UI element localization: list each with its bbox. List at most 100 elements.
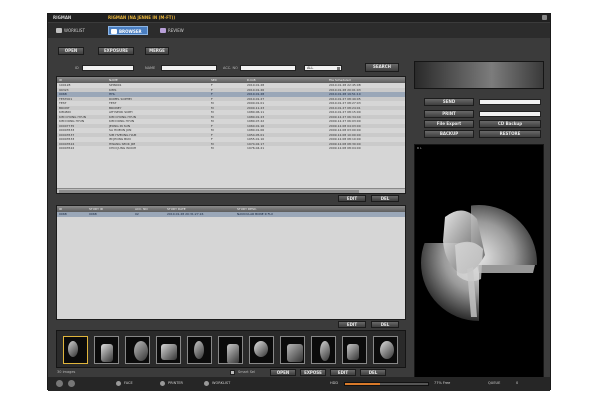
table-cell: 1976.04.21 bbox=[247, 146, 265, 151]
study-edit-button[interactable]: EDIT bbox=[338, 321, 366, 328]
exposure-button[interactable]: EXPOSURE bbox=[98, 47, 134, 55]
image-thumbnail[interactable] bbox=[125, 336, 150, 364]
tab-worklist[interactable]: WORKLIST bbox=[54, 26, 94, 35]
image-thumbnail[interactable] bbox=[373, 336, 398, 364]
table-cell: 2010.01.28 20:31:27.16 bbox=[167, 212, 204, 217]
merge-button[interactable]: MERGE bbox=[145, 47, 169, 55]
tab-review[interactable]: REVIEW bbox=[158, 26, 198, 35]
backup-button[interactable]: BACKUP bbox=[424, 130, 474, 138]
thumbnail-image bbox=[68, 341, 78, 357]
tab-bar: WORKLIST BROWSER REVIEW bbox=[48, 23, 550, 38]
thumbnail-image bbox=[287, 344, 303, 362]
col-study-date[interactable]: STUDY DATE bbox=[167, 207, 186, 211]
smart-select-checkbox[interactable] bbox=[230, 370, 235, 375]
app-window: RIGMAN RIGMAN (NA JENNE IN (M-FT)) WORKL… bbox=[47, 13, 551, 391]
patient-table: ID NAME SEX D.O.B File Scheduled 100128 S… bbox=[56, 76, 406, 194]
date-select-value: ALL bbox=[307, 66, 314, 70]
patient-edit-button[interactable]: EDIT bbox=[338, 195, 366, 202]
col-study-id-key[interactable]: ID bbox=[59, 207, 62, 211]
col-study-desc[interactable]: STUDY DESC. bbox=[237, 207, 257, 211]
thumbnail-image bbox=[161, 344, 177, 360]
image-thumbnail[interactable] bbox=[63, 336, 88, 364]
col-name[interactable]: NAME bbox=[109, 78, 118, 82]
table-row[interactable]: 00003522 CHOI JUNG WOOH M 1976.04.21 2009.12… bbox=[57, 146, 405, 151]
face-status: FACE bbox=[124, 381, 133, 385]
id-label: ID bbox=[75, 66, 79, 70]
thumbnail-image bbox=[347, 344, 359, 360]
thumbnail-image bbox=[320, 341, 330, 361]
image-thumbnail[interactable] bbox=[311, 336, 336, 364]
table-cell: NAVICULAR BONE R FLX bbox=[237, 212, 274, 217]
print-button[interactable]: PRINT bbox=[424, 110, 474, 118]
tab-label: BROWSER bbox=[119, 29, 142, 34]
tab-label: REVIEW bbox=[168, 28, 184, 33]
table-row[interactable]: 0068 0068 02 2010.01.28 20:31:27.16 NAVICULA… bbox=[57, 212, 405, 217]
thumb-open-button[interactable]: OPEN bbox=[270, 369, 296, 376]
image-viewer[interactable]: R L bbox=[414, 144, 544, 380]
image-thumbnail[interactable] bbox=[218, 336, 243, 364]
viewer-label: R L bbox=[417, 146, 422, 150]
patient-delete-button[interactable]: DEL bbox=[371, 195, 399, 202]
image-thumbnail[interactable] bbox=[249, 336, 274, 364]
study-table: ID STUDY ID ACC. NO STUDY DATE STUDY DES… bbox=[56, 205, 406, 320]
table-cell: 02 bbox=[135, 212, 139, 217]
settings-icon[interactable] bbox=[68, 380, 75, 387]
thumb-edit-button[interactable]: EDIT bbox=[330, 369, 356, 376]
thumbnail-image bbox=[227, 344, 239, 363]
patient-scrollbar[interactable] bbox=[57, 188, 405, 193]
app-title: RIGMAN bbox=[53, 15, 72, 20]
worklist-icon bbox=[56, 28, 62, 33]
col-study-id[interactable]: STUDY ID bbox=[89, 207, 103, 211]
hdd-free-text: 77% Free bbox=[434, 381, 451, 385]
name-input[interactable] bbox=[161, 65, 217, 71]
col-acc-no[interactable]: ACC. NO bbox=[135, 207, 148, 211]
worklist-indicator-icon bbox=[204, 381, 209, 386]
table-cell: M bbox=[211, 146, 214, 151]
restore-button[interactable]: RESTORE bbox=[479, 130, 541, 138]
file-export-button[interactable]: File Export bbox=[424, 120, 474, 128]
col-dob[interactable]: D.O.B bbox=[247, 78, 256, 82]
open-button[interactable]: OPEN bbox=[58, 47, 84, 55]
thumbnail-strip bbox=[56, 330, 406, 368]
image-thumbnail[interactable] bbox=[94, 336, 119, 364]
help-icon[interactable] bbox=[56, 380, 63, 387]
thumbnail-image bbox=[101, 344, 113, 362]
print-target-input[interactable] bbox=[479, 111, 541, 117]
chevron-down-icon bbox=[337, 67, 340, 70]
id-input[interactable] bbox=[82, 65, 134, 71]
printer-status: PRINTER bbox=[168, 381, 183, 385]
send-button[interactable]: SEND bbox=[424, 98, 474, 106]
table-cell: 0068 bbox=[89, 212, 97, 217]
col-file-scheduled[interactable]: File Scheduled bbox=[329, 78, 351, 82]
smart-select-label: Smart Sel bbox=[238, 370, 256, 374]
study-delete-button[interactable]: DEL bbox=[371, 321, 399, 328]
image-thumbnail[interactable] bbox=[156, 336, 181, 364]
tab-browser[interactable]: BROWSER bbox=[108, 26, 148, 35]
scroll-thumb[interactable] bbox=[59, 190, 359, 193]
image-thumbnail[interactable] bbox=[280, 336, 305, 364]
search-button[interactable]: SEARCH bbox=[365, 63, 399, 72]
name-label: NAME bbox=[145, 66, 156, 70]
preview-image bbox=[414, 61, 544, 89]
acc-input[interactable] bbox=[240, 65, 296, 71]
patient-title: RIGMAN (NA JENNE IN (M-FT)) bbox=[108, 15, 176, 20]
close-icon[interactable] bbox=[542, 15, 547, 20]
table-cell: CHOI JUNG WOOH bbox=[109, 146, 137, 151]
image-count: 30 images bbox=[57, 370, 76, 374]
table-cell: 0068 bbox=[59, 212, 67, 217]
table-cell: 00003522 bbox=[59, 146, 75, 151]
thumb-expose-button[interactable]: EXPOSE bbox=[300, 369, 326, 376]
tab-label: WORKLIST bbox=[64, 28, 85, 33]
review-icon bbox=[160, 28, 166, 33]
cd-backup-button[interactable]: CD Backup bbox=[479, 120, 541, 128]
date-select[interactable]: ALL bbox=[304, 65, 342, 71]
queue-value: 0 bbox=[516, 381, 519, 385]
image-thumbnail[interactable] bbox=[342, 336, 367, 364]
send-target-input[interactable] bbox=[479, 99, 541, 105]
thumb-delete-button[interactable]: DEL bbox=[360, 369, 386, 376]
col-sex[interactable]: SEX bbox=[211, 78, 217, 82]
hdd-label: HDD bbox=[330, 381, 339, 385]
col-id[interactable]: ID bbox=[59, 78, 62, 82]
hdd-usage-bar bbox=[344, 382, 429, 386]
image-thumbnail[interactable] bbox=[187, 336, 212, 364]
